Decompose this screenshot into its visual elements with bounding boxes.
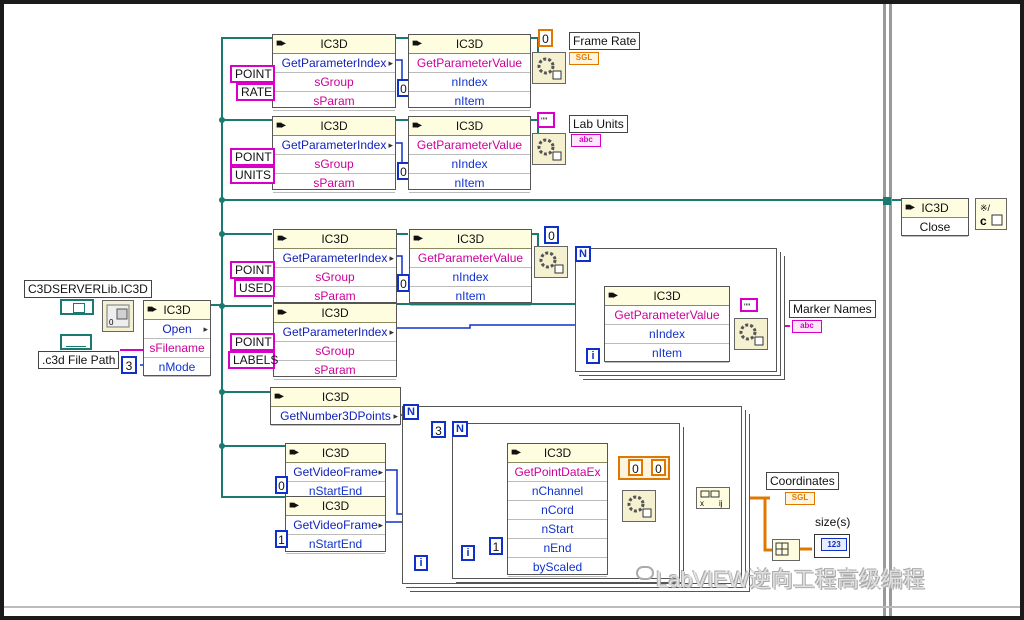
close-node[interactable]: ■▸ IC3D Close xyxy=(901,198,969,237)
variant-to-data-icon[interactable] xyxy=(532,52,566,84)
nmode-param: nMode xyxy=(144,358,210,377)
lab-units-label: Lab Units xyxy=(569,115,628,133)
point-const-labels[interactable]: POINT xyxy=(230,333,275,351)
array-grid-glyph: x ij xyxy=(700,490,723,508)
labels-value-node[interactable]: ■▸ IC3D GetParameterValue nIndex nItem xyxy=(604,286,730,363)
labels-loop-index: i xyxy=(586,348,600,364)
lab-units-value-node[interactable]: ■▸ IC3D GetParameterValue nIndex nItem xyxy=(408,116,531,193)
used-type-const[interactable]: 0 xyxy=(544,226,559,244)
marker-names-indicator[interactable]: abc xyxy=(792,320,822,333)
frame-rate-indicator[interactable]: SGL xyxy=(569,52,599,65)
size-label: size(s) xyxy=(815,515,851,529)
open-method-row: Open ▸ xyxy=(144,320,210,339)
frame-rate-label: Frame Rate xyxy=(569,32,641,50)
watermark: LabVIEW逆向工程高级编程 xyxy=(656,567,925,592)
coordinates-indicator[interactable]: SGL xyxy=(785,492,815,505)
size-indicator[interactable]: 123 xyxy=(814,534,850,558)
block-diagram: C3DSERVERLib.IC3D 0 .c3d File Path 3 ■▸ I… xyxy=(0,0,1024,620)
lab-units-type-const[interactable]: "" xyxy=(537,112,555,128)
sfilename-param: sFilename xyxy=(144,339,210,358)
automation-open-glyph: 0 xyxy=(106,304,130,328)
variant-to-data-icon-3[interactable] xyxy=(534,246,568,278)
variant-to-data-icon-2[interactable] xyxy=(532,133,566,165)
labels-type-const[interactable]: "" xyxy=(740,298,758,312)
labels-const[interactable]: LABELS xyxy=(228,351,278,369)
lab-units-index-node[interactable]: ■▸ IC3D GetParameterIndex ▸ sGroup sParam xyxy=(272,116,396,193)
nmode-constant[interactable]: 3 xyxy=(121,356,137,374)
open-node[interactable]: ■▸ IC3D Open ▸ sFilename nMode xyxy=(143,300,211,377)
nstartend-const-1[interactable]: 1 xyxy=(275,530,288,548)
byscaled-const[interactable]: 1 xyxy=(489,537,503,555)
video-frame-end-node[interactable]: ■▸ IC3D GetVideoFrame ▸ nStartEnd xyxy=(285,496,386,554)
frame-rate-type-const[interactable]: 0 xyxy=(538,29,553,47)
inner-loop-count-const[interactable]: 3 xyxy=(431,421,446,438)
units-const[interactable]: UNITS xyxy=(230,166,275,184)
variant-to-data-icon-4[interactable] xyxy=(734,318,768,350)
open-node-header: ■▸ IC3D xyxy=(144,301,210,320)
gear-icon xyxy=(739,323,764,346)
gear-icon xyxy=(537,138,562,161)
close-reference-icon[interactable]: ※/c xyxy=(975,198,1007,230)
used-const[interactable]: USED xyxy=(234,279,275,297)
gear-icon xyxy=(539,251,564,274)
variant-to-data-icon-5[interactable] xyxy=(622,490,656,522)
inner-loop-index: i xyxy=(461,545,475,561)
path-control[interactable] xyxy=(60,334,92,350)
number-points-node[interactable]: ■▸ IC3D GetNumber3DPoints ▸ xyxy=(270,387,401,426)
outer-loop-index: i xyxy=(414,555,428,571)
wechat-icon xyxy=(636,566,654,580)
size-type-badge: 123 xyxy=(821,538,847,551)
point-data-node[interactable]: ■▸ IC3D GetPointDataEx nChannel nCord nSt… xyxy=(507,443,608,577)
array-size-icon[interactable] xyxy=(772,539,800,561)
point-const-used[interactable]: POINT xyxy=(230,261,275,279)
point-const-units[interactable]: POINT xyxy=(230,148,275,166)
gear-icon xyxy=(537,57,562,80)
labels-loop-count[interactable]: N xyxy=(575,246,591,262)
inner-loop-count[interactable]: N xyxy=(452,421,468,437)
nstartend-const-0[interactable]: 0 xyxy=(275,476,288,494)
gear-icon xyxy=(627,495,652,518)
frame-rate-value-node[interactable]: ■▸ IC3D GetParameterValue nIndex nItem xyxy=(408,34,531,111)
type-cluster-item-1[interactable]: 0 xyxy=(651,459,666,476)
lab-units-indicator[interactable]: abc xyxy=(571,134,601,147)
array-size-glyph xyxy=(775,542,789,556)
svg-text:※/: ※/ xyxy=(980,203,991,213)
path-icon xyxy=(66,339,86,347)
automation-open-icon[interactable]: 0 xyxy=(102,300,134,332)
marker-names-label: Marker Names xyxy=(789,300,876,318)
svg-text:x: x xyxy=(700,499,704,508)
svg-text:c: c xyxy=(980,214,987,228)
svg-text:0: 0 xyxy=(109,318,114,327)
labels-index-node[interactable]: ■▸ IC3D GetParameterIndex ▸ sGroup sParam xyxy=(273,303,397,380)
point-const-rate[interactable]: POINT xyxy=(230,65,275,83)
frame-rate-index-node[interactable]: ■▸ IC3D GetParameterIndex ▸ sGroup sParam xyxy=(272,34,396,111)
type-cluster-item-0[interactable]: 0 xyxy=(628,459,643,476)
refnum-icon xyxy=(73,303,85,313)
array-builder-icon[interactable]: x ij xyxy=(696,487,730,509)
file-path-label: .c3d File Path xyxy=(38,351,120,369)
svg-text:ij: ij xyxy=(719,499,723,508)
lib-refnum-label: C3DSERVERLib.IC3D xyxy=(24,280,152,298)
video-frame-start-node[interactable]: ■▸ IC3D GetVideoFrame ▸ nStartEnd xyxy=(285,443,386,501)
used-value-node[interactable]: ■▸ IC3D GetParameterValue nIndex nItem xyxy=(409,229,532,306)
used-index-node[interactable]: ■▸ IC3D GetParameterIndex ▸ sGroup sParam xyxy=(273,229,397,306)
outer-loop-count[interactable]: N xyxy=(403,404,419,420)
rate-const[interactable]: RATE xyxy=(236,83,275,101)
coordinates-label: Coordinates xyxy=(766,472,839,490)
lib-refnum-control[interactable] xyxy=(60,299,94,315)
close-reference-glyph: ※/c xyxy=(980,203,1003,228)
